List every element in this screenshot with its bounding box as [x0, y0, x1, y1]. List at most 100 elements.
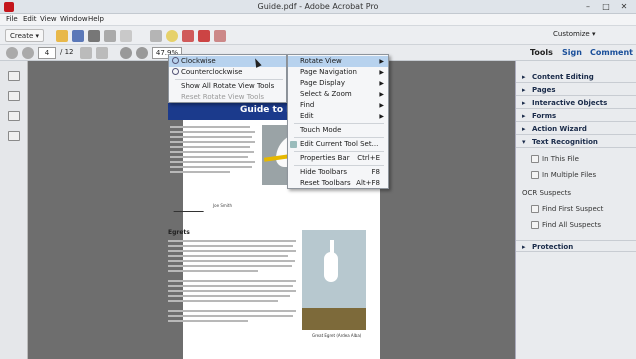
- hand-tool-icon[interactable]: [96, 47, 108, 59]
- ocr-suspects-heading: OCR Suspects: [522, 189, 572, 197]
- tab-sign[interactable]: Sign: [562, 48, 582, 57]
- text-line: [170, 146, 250, 148]
- tool-set-icon: [290, 141, 297, 148]
- menu-window[interactable]: Window: [60, 15, 88, 23]
- left-navigation-pane: [0, 61, 28, 359]
- window-title: Guide.pdf - Adobe Acrobat Pro: [257, 2, 379, 11]
- rotate-clockwise-icon: [172, 57, 179, 64]
- customize-dropdown[interactable]: Customize ▾: [553, 30, 596, 38]
- menu-item-touch-mode[interactable]: Touch Mode: [288, 125, 388, 136]
- find-all-icon: [531, 221, 539, 229]
- pdf-icon[interactable]: [198, 30, 210, 42]
- print-icon[interactable]: [88, 30, 100, 42]
- menu-item-reset-toolbars[interactable]: Reset Toolbars Alt+F8: [288, 178, 388, 189]
- section-text-recognition[interactable]: ▾ Text Recognition: [516, 136, 636, 148]
- section-forms[interactable]: ▸ Forms: [516, 110, 636, 122]
- email-icon[interactable]: [120, 30, 132, 42]
- signatures-icon[interactable]: [8, 131, 20, 141]
- save-icon[interactable]: [72, 30, 84, 42]
- menu-item-page-navigation[interactable]: Page Navigation ▶: [288, 67, 388, 78]
- section-protection[interactable]: ▸ Protection: [516, 240, 636, 252]
- maximize-button[interactable]: □: [597, 1, 615, 13]
- document-icon: [531, 155, 539, 163]
- section-interactive-objects[interactable]: ▸ Interactive Objects: [516, 97, 636, 109]
- section-content-editing[interactable]: ▸ Content Editing: [516, 71, 636, 83]
- text-line: [168, 290, 296, 292]
- menu-item-counterclockwise[interactable]: Counterclockwise: [169, 67, 286, 78]
- chevron-right-icon: ▶: [379, 91, 384, 98]
- text-line: [170, 151, 254, 153]
- tab-tools[interactable]: Tools: [530, 48, 553, 57]
- settings-icon[interactable]: [150, 30, 162, 42]
- rotate-view-submenu: Clockwise Counterclockwise Show All Rota…: [168, 54, 287, 103]
- page-number-input[interactable]: 4: [38, 47, 56, 59]
- main-toolbar: Create ▾ Customize ▾: [0, 26, 636, 45]
- menu-item-select-zoom[interactable]: Select & Zoom ▶: [288, 89, 388, 100]
- menu-item-page-display[interactable]: Page Display ▶: [288, 78, 388, 89]
- attachments-icon[interactable]: [8, 111, 20, 121]
- menu-item-clockwise[interactable]: Clockwise: [169, 56, 286, 67]
- bookmarks-icon[interactable]: [8, 91, 20, 101]
- menu-item-show-all-rotate-tools[interactable]: Show All Rotate View Tools: [169, 81, 286, 92]
- menu-separator: [294, 165, 384, 166]
- select-cursor-icon[interactable]: [80, 47, 92, 59]
- text-line: [170, 136, 252, 138]
- close-button[interactable]: ✕: [615, 1, 633, 13]
- menu-view[interactable]: View: [40, 15, 57, 23]
- tab-comment[interactable]: Comment: [590, 48, 633, 57]
- view-menu: Rotate View ▶ Page Navigation ▶ Page Displ…: [287, 54, 389, 189]
- text-line: [168, 255, 288, 257]
- tools-panel: ▸ Content Editing ▸ Pages ▸ Interactive Obj…: [515, 61, 636, 359]
- menu-separator: [294, 137, 384, 138]
- menu-file[interactable]: File: [6, 15, 18, 23]
- chevron-right-icon: ▶: [379, 113, 384, 120]
- find-all-suspects-link[interactable]: Find All Suspects: [531, 221, 601, 229]
- sign-icon[interactable]: [182, 30, 194, 42]
- section-heading: Egrets: [168, 229, 190, 236]
- menu-item-properties-bar[interactable]: Properties Bar Ctrl+E: [288, 153, 388, 164]
- in-multiple-files-link[interactable]: In Multiple Files: [531, 171, 596, 179]
- in-this-file-link[interactable]: In This File: [531, 155, 579, 163]
- text-line: [168, 270, 258, 272]
- open-folder-icon[interactable]: [56, 30, 68, 42]
- find-first-suspect-link[interactable]: Find First Suspect: [531, 205, 603, 213]
- minimize-button[interactable]: –: [579, 1, 597, 13]
- next-page-icon[interactable]: [22, 47, 34, 59]
- page-total: / 12: [60, 48, 74, 56]
- menu-item-hide-toolbars[interactable]: Hide Toolbars F8: [288, 167, 388, 178]
- menu-edit[interactable]: Edit: [23, 15, 37, 23]
- text-line: [168, 280, 296, 282]
- section-pages[interactable]: ▸ Pages: [516, 84, 636, 96]
- edit-icon[interactable]: [104, 30, 116, 42]
- title-bar: Guide.pdf - Adobe Acrobat Pro – □ ✕: [0, 0, 636, 14]
- signature-name: Joe Smith: [213, 203, 233, 208]
- text-line: [170, 171, 230, 173]
- text-line: [168, 265, 292, 267]
- menu-item-find[interactable]: Find ▶: [288, 100, 388, 111]
- export-icon[interactable]: [214, 30, 226, 42]
- previous-page-icon[interactable]: [6, 47, 18, 59]
- text-line: [168, 300, 278, 302]
- zoom-in-icon[interactable]: [136, 47, 148, 59]
- text-line: [168, 240, 296, 242]
- section-action-wizard[interactable]: ▸ Action Wizard: [516, 123, 636, 135]
- zoom-out-icon[interactable]: [120, 47, 132, 59]
- menu-item-edit-current-tool-set[interactable]: Edit Current Tool Set...: [288, 139, 388, 150]
- photo-caption: Great Egret (Ardea Alba): [312, 333, 362, 338]
- menu-item-rotate-view[interactable]: Rotate View ▶: [288, 56, 388, 67]
- menu-help[interactable]: Help: [88, 15, 104, 23]
- menu-bar: File Edit View Window Help: [0, 14, 636, 26]
- create-button[interactable]: Create ▾: [5, 29, 45, 42]
- menu-item-edit[interactable]: Edit ▶: [288, 111, 388, 122]
- text-line: [168, 295, 290, 297]
- text-line: [170, 161, 255, 163]
- comment-icon[interactable]: [166, 30, 178, 42]
- page-thumbnails-icon[interactable]: [8, 71, 20, 81]
- documents-icon: [531, 171, 539, 179]
- find-icon: [531, 205, 539, 213]
- chevron-right-icon: ▶: [379, 80, 384, 87]
- text-line: [168, 315, 293, 317]
- text-line: [170, 166, 252, 168]
- text-line: [168, 310, 296, 312]
- menu-separator: [175, 79, 283, 80]
